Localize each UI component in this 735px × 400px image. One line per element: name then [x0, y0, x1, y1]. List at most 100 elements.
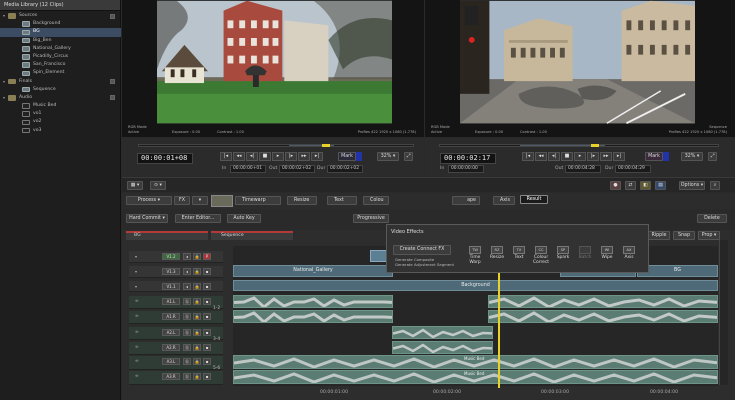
record-in-field[interactable]: 00:00:00:00: [448, 165, 484, 173]
options-button[interactable]: Options ▾: [679, 181, 705, 190]
lock-icon[interactable]: 🔒: [193, 329, 201, 336]
library-clip[interactable]: Spin_Element: [0, 69, 121, 77]
chevron-down-icon[interactable]: ▾: [1, 94, 7, 102]
folder-toggle-box[interactable]: [110, 79, 115, 85]
mute-icon[interactable]: ▪: [203, 298, 211, 305]
mute-icon[interactable]: ▪: [203, 283, 211, 290]
track-id-label[interactable]: A3.R: [162, 373, 180, 380]
source-scrub-head[interactable]: [322, 144, 330, 147]
track-expand-icon[interactable]: ▾: [135, 269, 137, 274]
solo-icon[interactable]: Ⓢ: [183, 298, 191, 305]
library-clip[interactable]: Music Bed: [0, 102, 121, 110]
record-go-end-button[interactable]: ▸|: [613, 152, 625, 161]
audio-clip-a1-right[interactable]: [233, 310, 393, 323]
source-viewer[interactable]: RGB Mode Active Exposure : 0.00 Contrast…: [122, 0, 424, 137]
mute-icon[interactable]: ▪: [203, 358, 211, 365]
record-fit-icon[interactable]: ⤢: [708, 152, 717, 161]
library-clip[interactable]: Picadilly_Circus: [0, 53, 121, 61]
clip-national-gallery[interactable]: National_Gallery: [233, 265, 393, 277]
auto-key-button[interactable]: Auto Key: [227, 214, 261, 223]
solo-icon[interactable]: Ⓢ: [183, 344, 191, 351]
result-button[interactable]: Result: [520, 195, 548, 204]
source-stop-button[interactable]: ■: [259, 152, 271, 161]
hard-commit-button[interactable]: Hard Commit ▾: [126, 214, 168, 223]
source-dur-field[interactable]: 00:00:02+02: [327, 165, 363, 173]
solo-icon[interactable]: Ⓢ: [183, 358, 191, 365]
link-icon[interactable]: ∞: [135, 299, 139, 304]
record-play-button[interactable]: ▸: [574, 152, 586, 161]
source-fast-fwd-button[interactable]: ▸▸: [298, 152, 310, 161]
link-icon[interactable]: ∞: [135, 345, 139, 350]
enter-editor-button[interactable]: Enter Editor...: [175, 214, 221, 223]
track-patch-icon[interactable]: ◂: [183, 253, 191, 260]
track-patch-icon[interactable]: ◂: [183, 283, 191, 290]
timeline-tab-bg[interactable]: BG: [126, 231, 208, 240]
solo-icon[interactable]: Ⓢ: [183, 373, 191, 380]
mute-icon[interactable]: ▪: [203, 329, 211, 336]
lock-icon[interactable]: 🔒: [193, 283, 201, 290]
track-header[interactable]: A1.R Ⓢ 🔒 ▪ ∞: [129, 311, 223, 324]
record-step-back-button[interactable]: ◂◂: [535, 152, 547, 161]
solo-icon[interactable]: Ⓢ: [183, 313, 191, 320]
library-folder[interactable]: ▾ Finals: [0, 78, 121, 86]
library-clip[interactable]: San_Francisco: [0, 61, 121, 69]
record-scope-icon[interactable]: ▤: [655, 181, 666, 190]
timeline-tab-sequence[interactable]: Sequence: [211, 231, 293, 240]
track-header[interactable]: A2.L Ⓢ 🔒 ▪ ∞: [129, 327, 223, 340]
effect-item[interactable]: TX Text: [508, 246, 530, 260]
record-play-reverse-button[interactable]: ◂|: [548, 152, 560, 161]
library-clip[interactable]: vo2: [0, 118, 121, 126]
lock-icon[interactable]: 🔒: [193, 298, 201, 305]
lock-icon[interactable]: 🔒: [193, 344, 201, 351]
track-id-label[interactable]: V1.2: [162, 253, 180, 260]
source-timecode[interactable]: 00:00:01+08: [137, 153, 193, 164]
create-connect-fx-button-2[interactable]: Create Connect FX: [393, 245, 451, 255]
record-fast-fwd-button[interactable]: ▸▸: [600, 152, 612, 161]
audio-clip-a1-right-2[interactable]: [488, 310, 718, 323]
timewarp-button[interactable]: Timewarp: [235, 196, 281, 205]
effect-item[interactable]: RZ Resize: [486, 246, 508, 260]
track-header[interactable]: A1.L Ⓢ 🔒 ▪ ∞: [129, 296, 223, 309]
chevron-down-icon[interactable]: ▾: [1, 78, 7, 86]
track-header[interactable]: V1.2 ◂ 🔒 P ▾: [129, 251, 223, 263]
record-dur-field[interactable]: 00:00:04:29: [615, 165, 651, 173]
record-color-icon[interactable]: ◧: [640, 181, 651, 190]
source-step-back-button[interactable]: ◂◂: [233, 152, 245, 161]
track-id-label[interactable]: V1.1: [162, 283, 180, 290]
link-icon[interactable]: ∞: [135, 330, 139, 335]
lock-icon[interactable]: 🔒: [193, 373, 201, 380]
clip-bg[interactable]: BG: [637, 265, 718, 277]
record-timecode[interactable]: 00:00:02:17: [440, 153, 496, 164]
library-clip[interactable]: BG: [0, 28, 121, 37]
source-play-button[interactable]: ▸: [272, 152, 284, 161]
effect-item[interactable]: AX Axis: [618, 246, 640, 260]
effect-item[interactable]: SP Spark: [552, 246, 574, 260]
record-scrubber[interactable]: [439, 144, 719, 147]
link-icon[interactable]: ∞: [135, 359, 139, 364]
effect-item[interactable]: Batch: [574, 246, 596, 260]
mute-icon[interactable]: ▪: [203, 344, 211, 351]
fx-dropdown-icon[interactable]: ▾: [192, 196, 208, 205]
snap-button[interactable]: Snap: [673, 231, 695, 240]
axis-button[interactable]: Axis: [493, 196, 515, 205]
solo-icon[interactable]: Ⓢ: [183, 329, 191, 336]
progressive-button[interactable]: Progressive: [353, 214, 389, 223]
audio-clip-a2-left[interactable]: [392, 326, 493, 339]
folder-toggle-box[interactable]: [110, 95, 115, 101]
track-header[interactable]: V1.1 ◂ 🔒 ▪ ▾: [129, 281, 223, 292]
audio-clip-music-bed-2[interactable]: Music Bed: [233, 370, 718, 384]
lock-icon[interactable]: 🔒: [193, 358, 201, 365]
effect-item[interactable]: TW Time Warp: [464, 246, 486, 265]
library-clip[interactable]: Big_Ben: [0, 37, 121, 45]
audio-clip-music-bed-1[interactable]: Music Bed: [233, 355, 718, 369]
colour-button[interactable]: Colou: [363, 196, 389, 205]
track-expand-icon[interactable]: ▾: [135, 254, 137, 259]
layout-icon[interactable]: ▦ ▾: [127, 181, 143, 190]
record-scrub-head[interactable]: [591, 144, 599, 147]
source-scrubber[interactable]: [138, 144, 414, 147]
source-fit-icon[interactable]: ⤢: [404, 152, 413, 161]
fx-thumbnail[interactable]: [211, 195, 233, 207]
track-id-label[interactable]: A2.L: [162, 329, 180, 336]
ape-button[interactable]: ape: [452, 196, 480, 205]
folder-toggle-box[interactable]: [110, 13, 115, 19]
